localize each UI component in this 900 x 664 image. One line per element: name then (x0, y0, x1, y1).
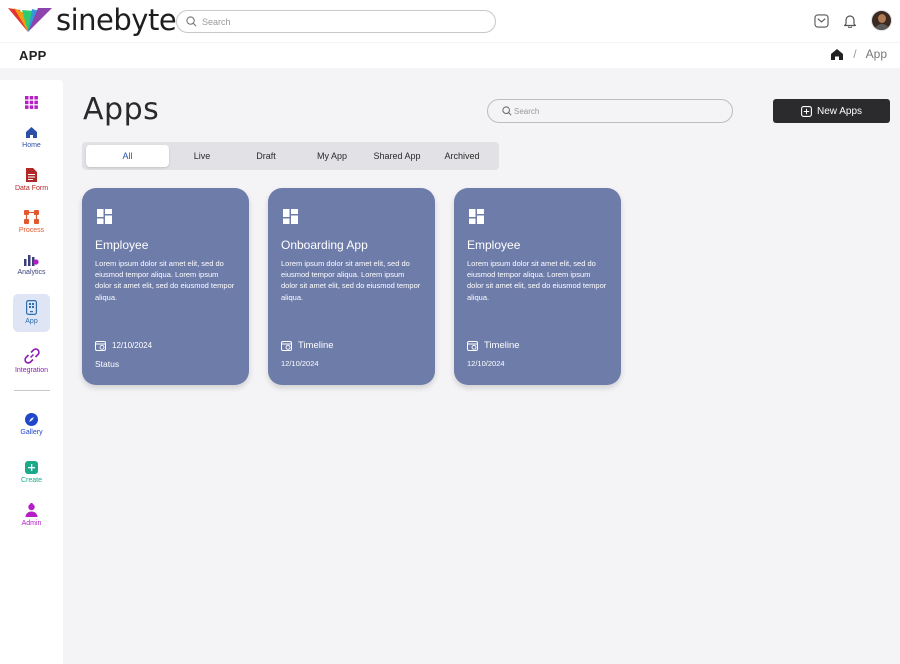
top-bar: sinebyte (0, 0, 900, 42)
sidebar-item-process[interactable]: Process (0, 210, 63, 234)
process-icon (24, 210, 39, 224)
card-date: 12/10/2024 (281, 359, 319, 368)
sidebar: Home Data Form Process Analytics App Int… (0, 80, 63, 664)
brand-logo[interactable]: sinebyte (6, 3, 177, 37)
card-status: Status (95, 359, 120, 369)
document-icon (26, 168, 37, 182)
card-timeline-label: Timeline (298, 340, 334, 351)
search-icon (186, 16, 197, 27)
section-title: APP (19, 48, 47, 63)
sidebar-item-label: Create (20, 477, 42, 484)
top-search-input[interactable] (202, 16, 482, 27)
sidebar-item-data-form[interactable]: Data Form (0, 168, 63, 192)
card-description: Lorem ipsum dolor sit amet elit, sed do … (467, 259, 607, 302)
apps-search-input[interactable] (514, 106, 714, 116)
card-date-row: 12/10/2024 (95, 340, 152, 351)
card-timeline-label: Timeline (484, 340, 520, 351)
new-apps-button[interactable]: New Apps (773, 99, 890, 123)
tab-my-app[interactable]: My App (304, 145, 360, 167)
user-avatar[interactable] (871, 10, 892, 31)
app-card[interactable]: Onboarding App Lorem ipsum dolor sit ame… (268, 188, 435, 385)
dashboard-icon (469, 209, 484, 224)
breadcrumb-separator: / (853, 47, 857, 61)
card-description: Lorem ipsum dolor sit amet elit, sed do … (281, 259, 421, 302)
breadcrumb: / App (830, 47, 887, 61)
dashboard-icon (283, 209, 298, 224)
apps-search-bar[interactable] (487, 99, 733, 123)
tab-all[interactable]: All (86, 145, 169, 167)
integration-icon (23, 348, 40, 364)
card-date: 12/10/2024 (112, 341, 153, 350)
app-card[interactable]: Employee Lorem ipsum dolor sit amet elit… (82, 188, 249, 385)
page-title: Apps (83, 92, 160, 127)
breadcrumb-current[interactable]: App (866, 47, 887, 61)
filter-tabs: All Live Draft My App Shared App Archive… (82, 142, 499, 170)
compass-icon (25, 413, 38, 426)
sidebar-item-integration[interactable]: Integration (0, 348, 63, 374)
admin-icon (25, 503, 38, 517)
brand-name: sinebyte (56, 3, 177, 37)
bell-icon[interactable] (843, 13, 857, 28)
card-title: Employee (95, 238, 149, 252)
mail-icon[interactable] (814, 13, 829, 28)
section-bar: APP / App (0, 43, 900, 68)
sidebar-item-label: Home (22, 142, 41, 149)
sidebar-item-create[interactable]: Create (0, 461, 63, 484)
card-timeline-row: Timeline (281, 340, 334, 351)
sidebar-item-apps-grid[interactable] (0, 96, 63, 109)
analytics-icon (24, 255, 39, 266)
sidebar-divider (14, 390, 50, 391)
apps-grid-icon (25, 96, 38, 109)
card-date: 12/10/2024 (467, 359, 505, 368)
sidebar-item-label: Integration (14, 367, 49, 374)
search-icon (502, 106, 512, 116)
top-search-bar[interactable] (176, 10, 496, 33)
sidebar-item-label: Data Form (14, 185, 49, 192)
sidebar-item-admin[interactable]: Admin (0, 503, 63, 527)
card-title: Onboarding App (281, 238, 368, 252)
tab-shared-app[interactable]: Shared App (368, 145, 426, 167)
plus-square-icon (25, 461, 38, 474)
new-apps-label: New Apps (816, 105, 863, 117)
home-icon[interactable] (830, 48, 844, 61)
sidebar-item-label: Process (18, 227, 45, 234)
card-timeline-row: Timeline (467, 340, 520, 351)
calendar-icon (95, 341, 106, 351)
sidebar-item-label: Analytics (17, 269, 46, 276)
tab-live[interactable]: Live (176, 145, 228, 167)
card-description: Lorem ipsum dolor sit amet elit, sed do … (95, 259, 235, 302)
tab-archived[interactable]: Archived (436, 145, 488, 167)
home-icon (26, 127, 37, 138)
sidebar-item-label: App (25, 318, 38, 325)
card-title: Employee (467, 238, 521, 252)
calendar-icon (467, 341, 478, 351)
dashboard-icon (97, 209, 112, 224)
sidebar-item-gallery[interactable]: Gallery (0, 413, 63, 436)
sidebar-item-home[interactable]: Home (0, 126, 63, 149)
plus-square-icon (801, 105, 812, 117)
app-card[interactable]: Employee Lorem ipsum dolor sit amet elit… (454, 188, 621, 385)
tab-draft[interactable]: Draft (240, 145, 292, 167)
top-actions (814, 10, 892, 31)
logo-mark-icon (8, 8, 52, 32)
sidebar-item-label: Admin (21, 520, 42, 527)
calendar-icon (281, 341, 292, 351)
sidebar-item-analytics[interactable]: Analytics (0, 252, 63, 276)
sidebar-item-label: Gallery (20, 429, 43, 436)
sidebar-item-app[interactable]: App (0, 294, 63, 332)
app-icon (26, 300, 37, 315)
